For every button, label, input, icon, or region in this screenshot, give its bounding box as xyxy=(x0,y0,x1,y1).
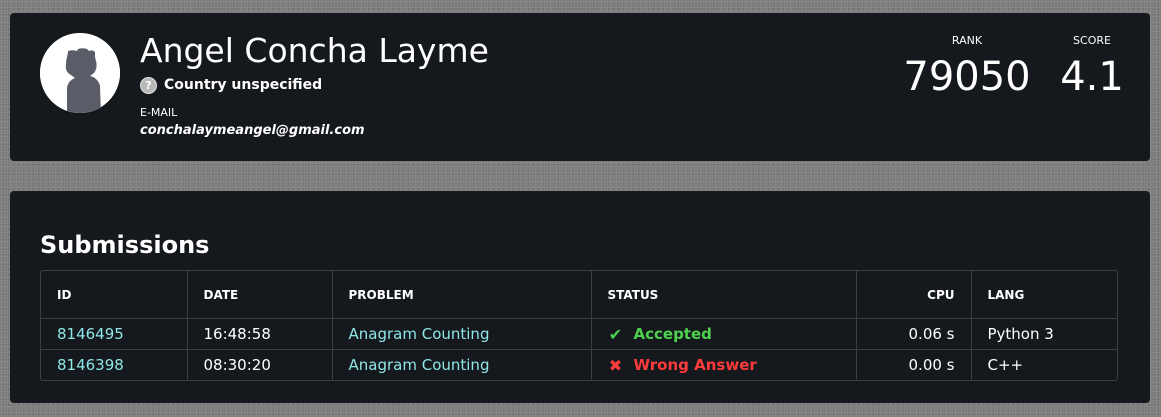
score-value: 4.1 xyxy=(1060,54,1124,100)
status-label: Accepted xyxy=(633,325,712,343)
default-user-avatar-icon xyxy=(40,33,120,113)
col-header-date: DATE xyxy=(187,271,333,319)
country-label: Country unspecified xyxy=(164,77,323,93)
rank-value: 79050 xyxy=(903,54,1031,100)
table-header-row: ID DATE PROBLEM STATUS CPU LANG xyxy=(41,271,1117,319)
submissions-table: ID DATE PROBLEM STATUS CPU LANG 8146495 … xyxy=(40,270,1118,381)
table-row: 8146398 08:30:20 Anagram Counting ✖ Wron… xyxy=(41,349,1117,380)
profile-card: Angel Concha Layme ? Country unspecified… xyxy=(10,13,1150,161)
problem-link[interactable]: Anagram Counting xyxy=(349,325,490,343)
submission-id-cell: 8146398 xyxy=(41,349,188,380)
col-header-id: ID xyxy=(41,271,188,319)
user-name: Angel Concha Layme xyxy=(140,31,489,70)
status-badge: ✖ Wrong Answer xyxy=(608,356,757,375)
rank-stat: RANK 79050 xyxy=(903,33,1031,103)
status-cell: ✔ Accepted xyxy=(591,318,857,350)
problem-cell: Anagram Counting xyxy=(332,349,592,380)
submissions-title: Submissions xyxy=(40,231,210,259)
status-cell: ✖ Wrong Answer xyxy=(591,349,857,380)
status-label: Wrong Answer xyxy=(633,356,757,374)
check-icon: ✔ xyxy=(608,324,623,344)
submissions-card: Submissions ID DATE PROBLEM STATUS CPU L… xyxy=(10,191,1150,403)
submission-id-link[interactable]: 8146495 xyxy=(57,325,124,343)
submission-date: 08:30:20 xyxy=(187,349,333,380)
question-icon: ? xyxy=(140,76,157,94)
cross-icon: ✖ xyxy=(608,355,623,375)
problem-link[interactable]: Anagram Counting xyxy=(349,356,490,374)
submission-id-link[interactable]: 8146398 xyxy=(57,356,124,374)
rank-label: RANK xyxy=(951,34,983,47)
table-row: 8146495 16:48:58 Anagram Counting ✔ Acce… xyxy=(41,318,1117,350)
col-header-status: STATUS xyxy=(591,271,857,319)
avatar xyxy=(40,33,120,113)
col-header-lang: LANG xyxy=(971,271,1117,319)
col-header-problem: PROBLEM xyxy=(332,271,592,319)
email-label: E-MAIL xyxy=(140,106,178,119)
problem-cell: Anagram Counting xyxy=(332,318,592,350)
status-badge: ✔ Accepted xyxy=(608,325,712,344)
country: ? Country unspecified xyxy=(140,75,322,95)
cpu-time: 0.00 s xyxy=(856,349,972,380)
language: Python 3 xyxy=(971,318,1117,350)
submission-date: 16:48:58 xyxy=(187,318,333,350)
email-value: conchalaymeangel@gmail.com xyxy=(140,123,365,138)
col-header-cpu: CPU xyxy=(856,271,972,319)
score-stat: SCORE 4.1 xyxy=(1048,33,1136,103)
language: C++ xyxy=(987,356,1024,374)
cpu-time: 0.06 s xyxy=(856,318,972,350)
submission-id-cell: 8146495 xyxy=(41,318,188,350)
score-label: SCORE xyxy=(1073,34,1111,47)
